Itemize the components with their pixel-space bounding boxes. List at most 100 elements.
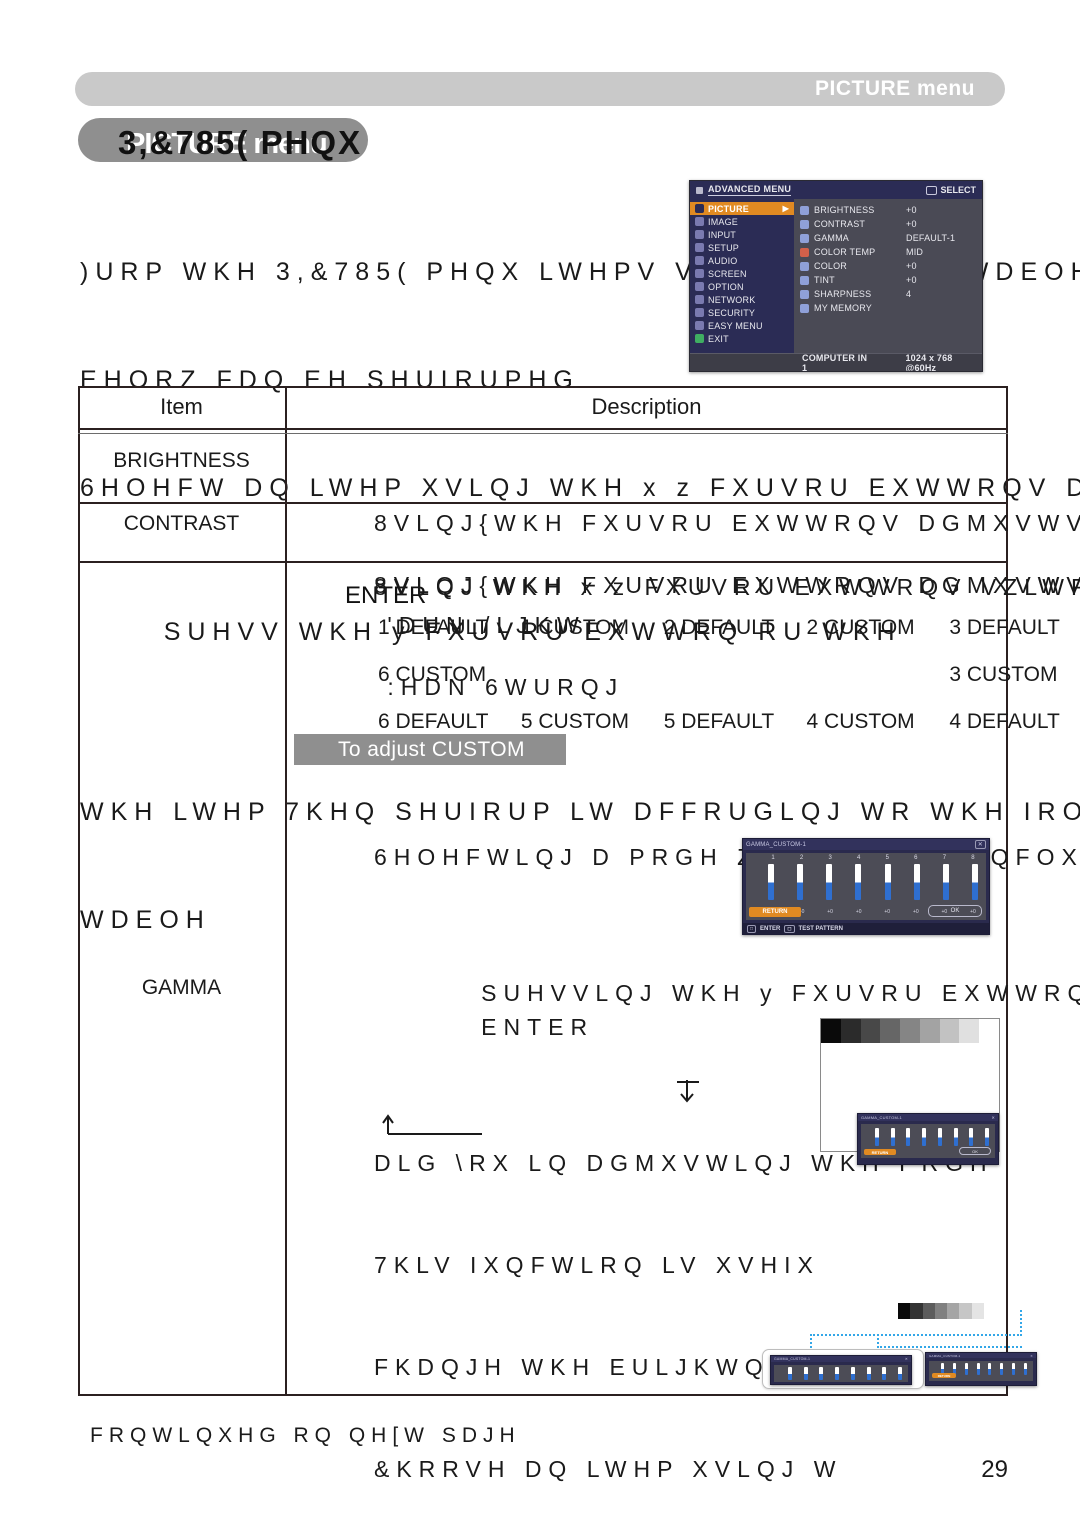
osd-setting-value: +0	[906, 261, 917, 271]
gamma-slider[interactable]	[819, 1367, 824, 1380]
gamma-slider[interactable]	[922, 1128, 927, 1146]
gamma-slider[interactable]	[897, 1367, 902, 1380]
osd-setting-gamma[interactable]: GAMMA DEFAULT-1	[800, 231, 982, 245]
gamma-slider[interactable]	[855, 864, 862, 900]
gamma-thumb-close-icon[interactable]: ✕	[991, 1115, 995, 1120]
osd-setting-contrast[interactable]: CONTRAST +0	[800, 217, 982, 231]
osd-menu-item-network[interactable]: NETWORK	[690, 293, 794, 306]
osd-setting-value: +0	[906, 205, 917, 215]
gray-step	[971, 1303, 984, 1319]
gamma-preset[interactable]: 1 CUSTOM	[521, 616, 658, 640]
gray-step	[898, 1303, 911, 1319]
gamma-thumb-sliders	[875, 1128, 989, 1146]
gamma-slider[interactable]	[797, 864, 804, 900]
gamma-small-close-icon[interactable]: ✕	[1030, 1354, 1033, 1358]
osd-setting-label: CONTRAST	[814, 219, 866, 229]
gamma-thumb-ok-button[interactable]: OK	[959, 1147, 991, 1155]
gamma-slider[interactable]	[971, 864, 978, 900]
gamma-slider[interactable]	[1000, 1363, 1004, 1375]
gamma-slider[interactable]	[884, 864, 891, 900]
gamma-slider[interactable]	[964, 1363, 968, 1375]
gamma-preset[interactable]: 5 CUSTOM	[521, 710, 658, 734]
callout-magnifier-box: GAMMA_CUSTOM-1 ✕	[762, 1349, 924, 1389]
osd-setting-my-memory[interactable]: MY MEMORY	[800, 301, 982, 315]
table-rule	[78, 433, 1008, 434]
gamma-slider[interactable]	[906, 1128, 911, 1146]
osd-menu-item-audio[interactable]: AUDIO	[690, 254, 794, 267]
gamma-slider[interactable]	[875, 1128, 879, 1146]
osd-setting-color[interactable]: COLOR +0	[800, 259, 982, 273]
gamma-preset[interactable]: 3 CUSTOM	[949, 663, 1080, 687]
osd-setting-tint[interactable]: TINT +0	[800, 273, 982, 287]
gray-step	[979, 1019, 1000, 1043]
osd-setting-color-temp[interactable]: COLOR TEMP MID	[800, 245, 982, 259]
gamma-preset[interactable]: 3 DEFAULT	[949, 616, 1080, 640]
osd-setting-sharpness[interactable]: SHARPNESS 4	[800, 287, 982, 301]
slider-value: +0	[855, 909, 862, 915]
osd-setting-brightness[interactable]: BRIGHTNESS +0	[800, 203, 982, 217]
gray-step	[922, 1303, 935, 1319]
gamma-slider[interactable]	[866, 1367, 871, 1380]
osd-menu-item-option[interactable]: OPTION	[690, 280, 794, 293]
gamma-slider[interactable]	[890, 1128, 895, 1146]
gamma-preset[interactable]: 5 DEFAULT	[664, 710, 801, 734]
section-header-label: PICTURE menu	[814, 77, 975, 100]
gamma-slider[interactable]	[835, 1367, 840, 1380]
gamma-mag-stage	[774, 1365, 908, 1382]
gamma-slider[interactable]	[882, 1367, 887, 1380]
gamma-preset[interactable]: 1 DEFAULT	[378, 616, 515, 640]
table-header-description: Description	[591, 394, 702, 419]
gamma-slider[interactable]	[788, 1367, 792, 1380]
setup-icon	[695, 243, 704, 252]
chevron-right-icon: ▶	[782, 204, 789, 213]
gamma-slider[interactable]	[953, 1128, 958, 1146]
gamma-preset[interactable]: 6 CUSTOM	[378, 663, 515, 687]
gamma-preset[interactable]: 6 DEFAULT	[378, 710, 515, 734]
easy-menu-icon	[695, 321, 704, 330]
slider-number: 2	[799, 855, 804, 861]
osd-menu-item-setup[interactable]: SETUP	[690, 241, 794, 254]
osd-setting-value: MID	[906, 247, 924, 257]
gamma-slider[interactable]	[969, 1128, 974, 1146]
gamma-slider[interactable]	[913, 864, 920, 900]
gamma-slider[interactable]	[850, 1367, 855, 1380]
gamma-thumb-return-button[interactable]: RETURN	[864, 1149, 896, 1155]
gamma-small-return-label: RETURN	[937, 1373, 951, 1378]
osd-menu-item-easy-menu[interactable]: EASY MENU	[690, 319, 794, 332]
gamma-slider[interactable]	[942, 864, 949, 900]
callout-dashed-line-top	[810, 1334, 1022, 1336]
gamma-preset[interactable]: 4 DEFAULT	[949, 710, 1080, 734]
gamma-slider[interactable]	[937, 1128, 942, 1146]
gamma-slider[interactable]	[826, 864, 833, 900]
gamma-slider[interactable]	[1012, 1363, 1016, 1375]
gamma-mag-close-icon[interactable]: ✕	[905, 1357, 908, 1361]
osd-menu-item-image[interactable]: IMAGE	[690, 215, 794, 228]
gamma-slider[interactable]	[988, 1363, 992, 1375]
gamma-small-return-button[interactable]: RETURN	[932, 1373, 956, 1378]
gamma-osd-close-icon[interactable]: ✕	[974, 840, 986, 849]
gamma-preset[interactable]: 4 CUSTOM	[807, 710, 944, 734]
gamma-slider[interactable]	[976, 1363, 980, 1375]
osd-menu-item-label: EXIT	[708, 333, 729, 344]
gamma-slider[interactable]	[984, 1128, 989, 1146]
gamma-return-button[interactable]: RETURN	[749, 907, 801, 917]
gray-step	[910, 1303, 923, 1319]
table-rule	[78, 561, 1008, 563]
osd-menu-item-input[interactable]: INPUT	[690, 228, 794, 241]
callout-dashed-line-right	[1020, 1310, 1022, 1336]
osd-menu-item-picture[interactable]: PICTURE ▶	[690, 202, 794, 215]
osd-menu-item-exit[interactable]: EXIT	[690, 332, 794, 345]
gamma-preset[interactable]: 2 DEFAULT	[664, 616, 801, 640]
gamma-slider[interactable]	[1023, 1363, 1027, 1375]
osd-setting-label: BRIGHTNESS	[814, 205, 875, 215]
gamma-slider[interactable]	[768, 864, 774, 900]
to-adjust-custom-bar: To adjust CUSTOM	[294, 734, 566, 765]
osd-menu-item-security[interactable]: SECURITY	[690, 306, 794, 319]
gamma-slider[interactable]	[803, 1367, 808, 1380]
osd-setting-label: GAMMA	[814, 233, 850, 243]
section-header-banner: PICTURE menu	[75, 72, 1005, 106]
gamma-preset[interactable]: 2 CUSTOM	[807, 616, 944, 640]
gamma-ok-button[interactable]: OK	[928, 905, 982, 917]
osd-menu-item-label: INPUT	[708, 229, 736, 240]
osd-menu-item-screen[interactable]: SCREEN	[690, 267, 794, 280]
